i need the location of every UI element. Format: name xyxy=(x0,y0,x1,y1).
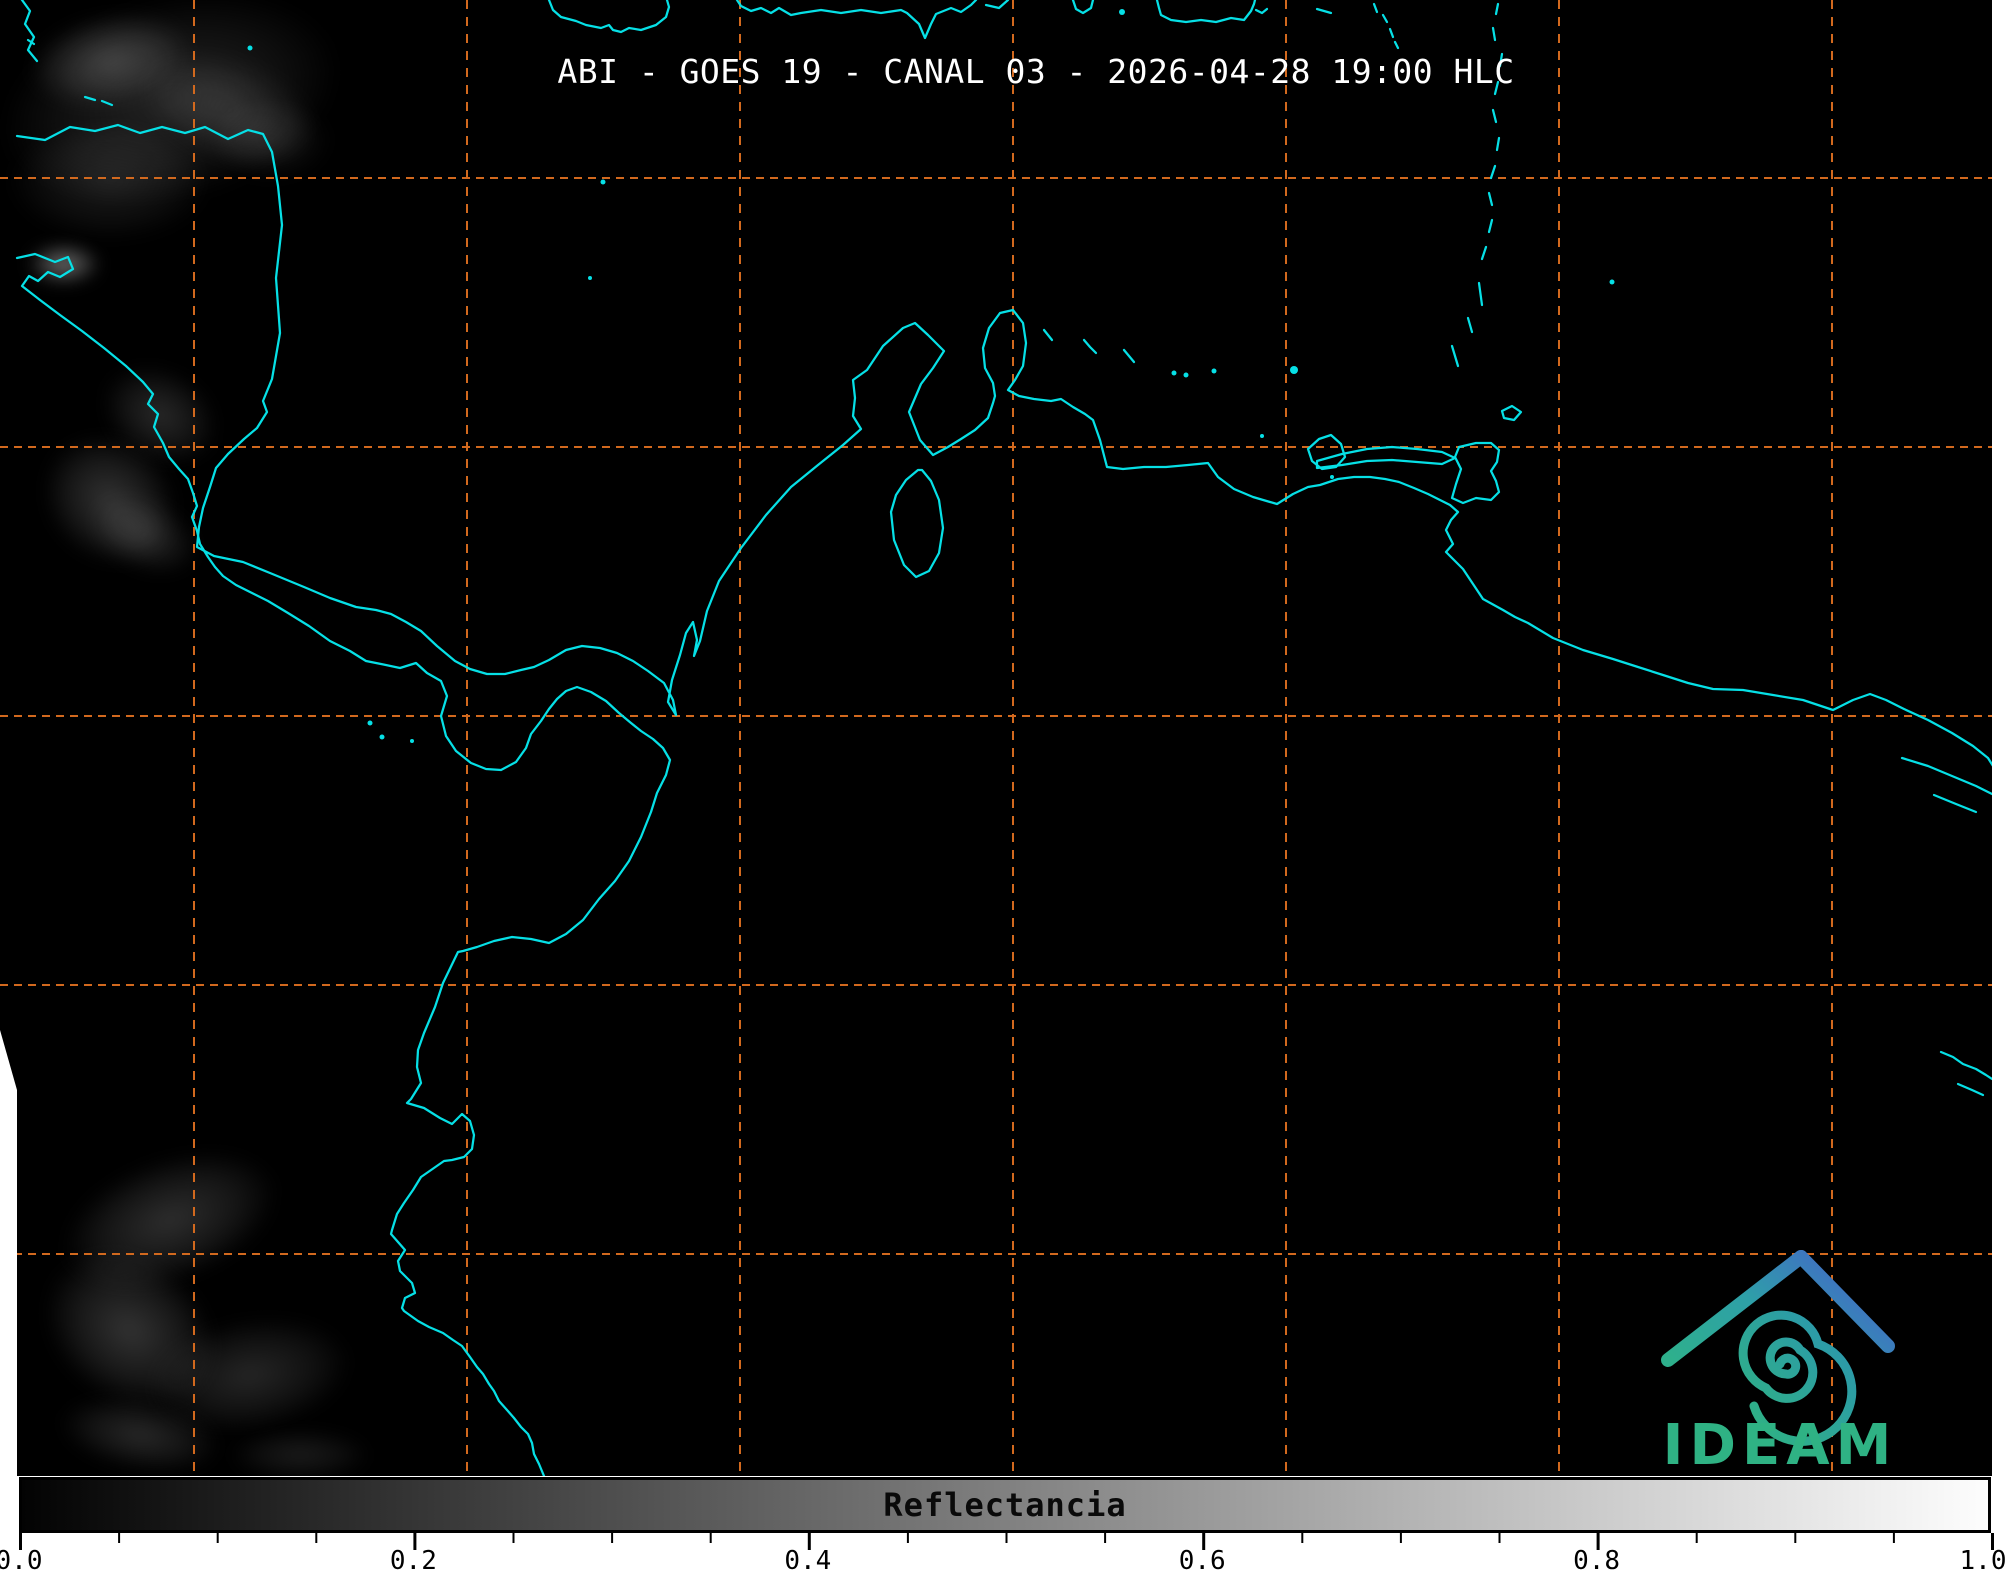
coastline-aruba xyxy=(1042,328,1054,342)
colorbar-ticks xyxy=(19,1533,1994,1550)
coastline-right-edge-fragment-1 xyxy=(1939,1050,1992,1081)
coastline-honduras-islands-2 xyxy=(100,99,114,107)
island-dot xyxy=(1119,9,1125,15)
island-dot xyxy=(1171,370,1177,376)
coastline-orinoco-delta-squiggle-2 xyxy=(1932,793,1978,814)
coastline-antilles-north-2 xyxy=(1381,13,1389,24)
coastline-isla-margarita xyxy=(1306,433,1347,471)
coastline-trinidad xyxy=(1450,441,1501,505)
coastline-antilles-arc-8 xyxy=(1487,191,1494,207)
island-dot xyxy=(1183,372,1189,378)
colorbar-tick-label: 0.0 xyxy=(0,1546,43,1576)
satellite-map: ABI - GOES 19 - CANAL 03 - 2026-04-28 19… xyxy=(0,0,1992,1476)
island-dot xyxy=(410,739,414,743)
colorbar-tick-label: 0.6 xyxy=(1178,1546,1226,1576)
coastline-honduras-islands-1 xyxy=(83,95,97,102)
island-dot xyxy=(1260,434,1264,438)
ideam-logo-text: IDEAM xyxy=(1663,1413,1898,1476)
coastline-grenadines-1 xyxy=(1466,316,1474,334)
island-dot xyxy=(379,734,385,740)
island-dot xyxy=(1211,368,1217,374)
coastline-antilles-north-3 xyxy=(1388,27,1395,39)
coastline-antilles-arc-1 xyxy=(1494,2,1500,16)
coastline-curacao xyxy=(1082,338,1098,355)
coastline-mona-fragment xyxy=(1071,0,1095,15)
colorbar: Reflectancia xyxy=(19,1477,1991,1533)
island-dot xyxy=(588,276,592,280)
coastline-antilles-arc-9 xyxy=(1487,218,1494,234)
coastline-antilles-north-4 xyxy=(1393,40,1400,50)
coastline-puerto-rico-south-coast xyxy=(1155,0,1257,24)
coastline-antilles-arc-6 xyxy=(1495,136,1501,152)
island-dot xyxy=(1330,475,1334,479)
island-dot xyxy=(247,45,253,51)
island-dot xyxy=(600,179,606,185)
colorbar-tick-label: 0.8 xyxy=(1573,1546,1621,1576)
coastline-grenada xyxy=(1477,281,1484,307)
coastline-st-croix xyxy=(1315,7,1333,15)
imagery-edge-wedge xyxy=(0,1030,17,1476)
coastline-caribbean-coast-honduras-to-guyana xyxy=(15,123,1992,767)
island-dot xyxy=(1290,366,1298,374)
ideam-logo: IDEAM xyxy=(1630,1238,1930,1476)
island-dot xyxy=(1609,279,1615,285)
coastline-hispaniola-south-coast xyxy=(735,0,978,40)
colorbar-label: Reflectancia xyxy=(883,1486,1127,1524)
coastline-antilles-arc-5 xyxy=(1491,108,1498,124)
island-dot xyxy=(367,720,373,726)
coastline-antilles-north-1 xyxy=(1372,2,1379,14)
coastline-bonaire xyxy=(1122,348,1136,364)
colorbar-tick-label: 0.4 xyxy=(784,1546,832,1576)
coastline-antilles-arc-2 xyxy=(1491,26,1497,42)
figure-root: { "title": "ABI - GOES 19 - CANAL 03 - 2… xyxy=(0,0,2011,1577)
coastline-grenadines-2 xyxy=(1450,344,1460,368)
coastline-tobago xyxy=(1500,404,1523,422)
coastline-hispaniola-east-bit xyxy=(984,0,1010,10)
coastline-antilles-arc-7 xyxy=(1489,164,1497,180)
coastline-right-edge-fragment-2 xyxy=(1956,1082,1985,1097)
right-margin xyxy=(1992,0,2011,1577)
coastline-orinoco-delta-squiggle-1 xyxy=(1900,756,1992,796)
colorbar-tick-label: 1.0 xyxy=(1959,1546,2007,1576)
coastline-jamaica-south-coast xyxy=(547,0,671,34)
map-title: ABI - GOES 19 - CANAL 03 - 2026-04-28 19… xyxy=(557,52,1515,91)
coastline-lake-maracaibo xyxy=(889,468,945,579)
coastline-antilles-arc-10 xyxy=(1480,245,1488,261)
colorbar-tick-label: 0.2 xyxy=(389,1546,437,1576)
coastline-pacific-coast-nicaragua-to-peru xyxy=(15,252,672,1476)
coastline-vieques xyxy=(1254,7,1269,15)
